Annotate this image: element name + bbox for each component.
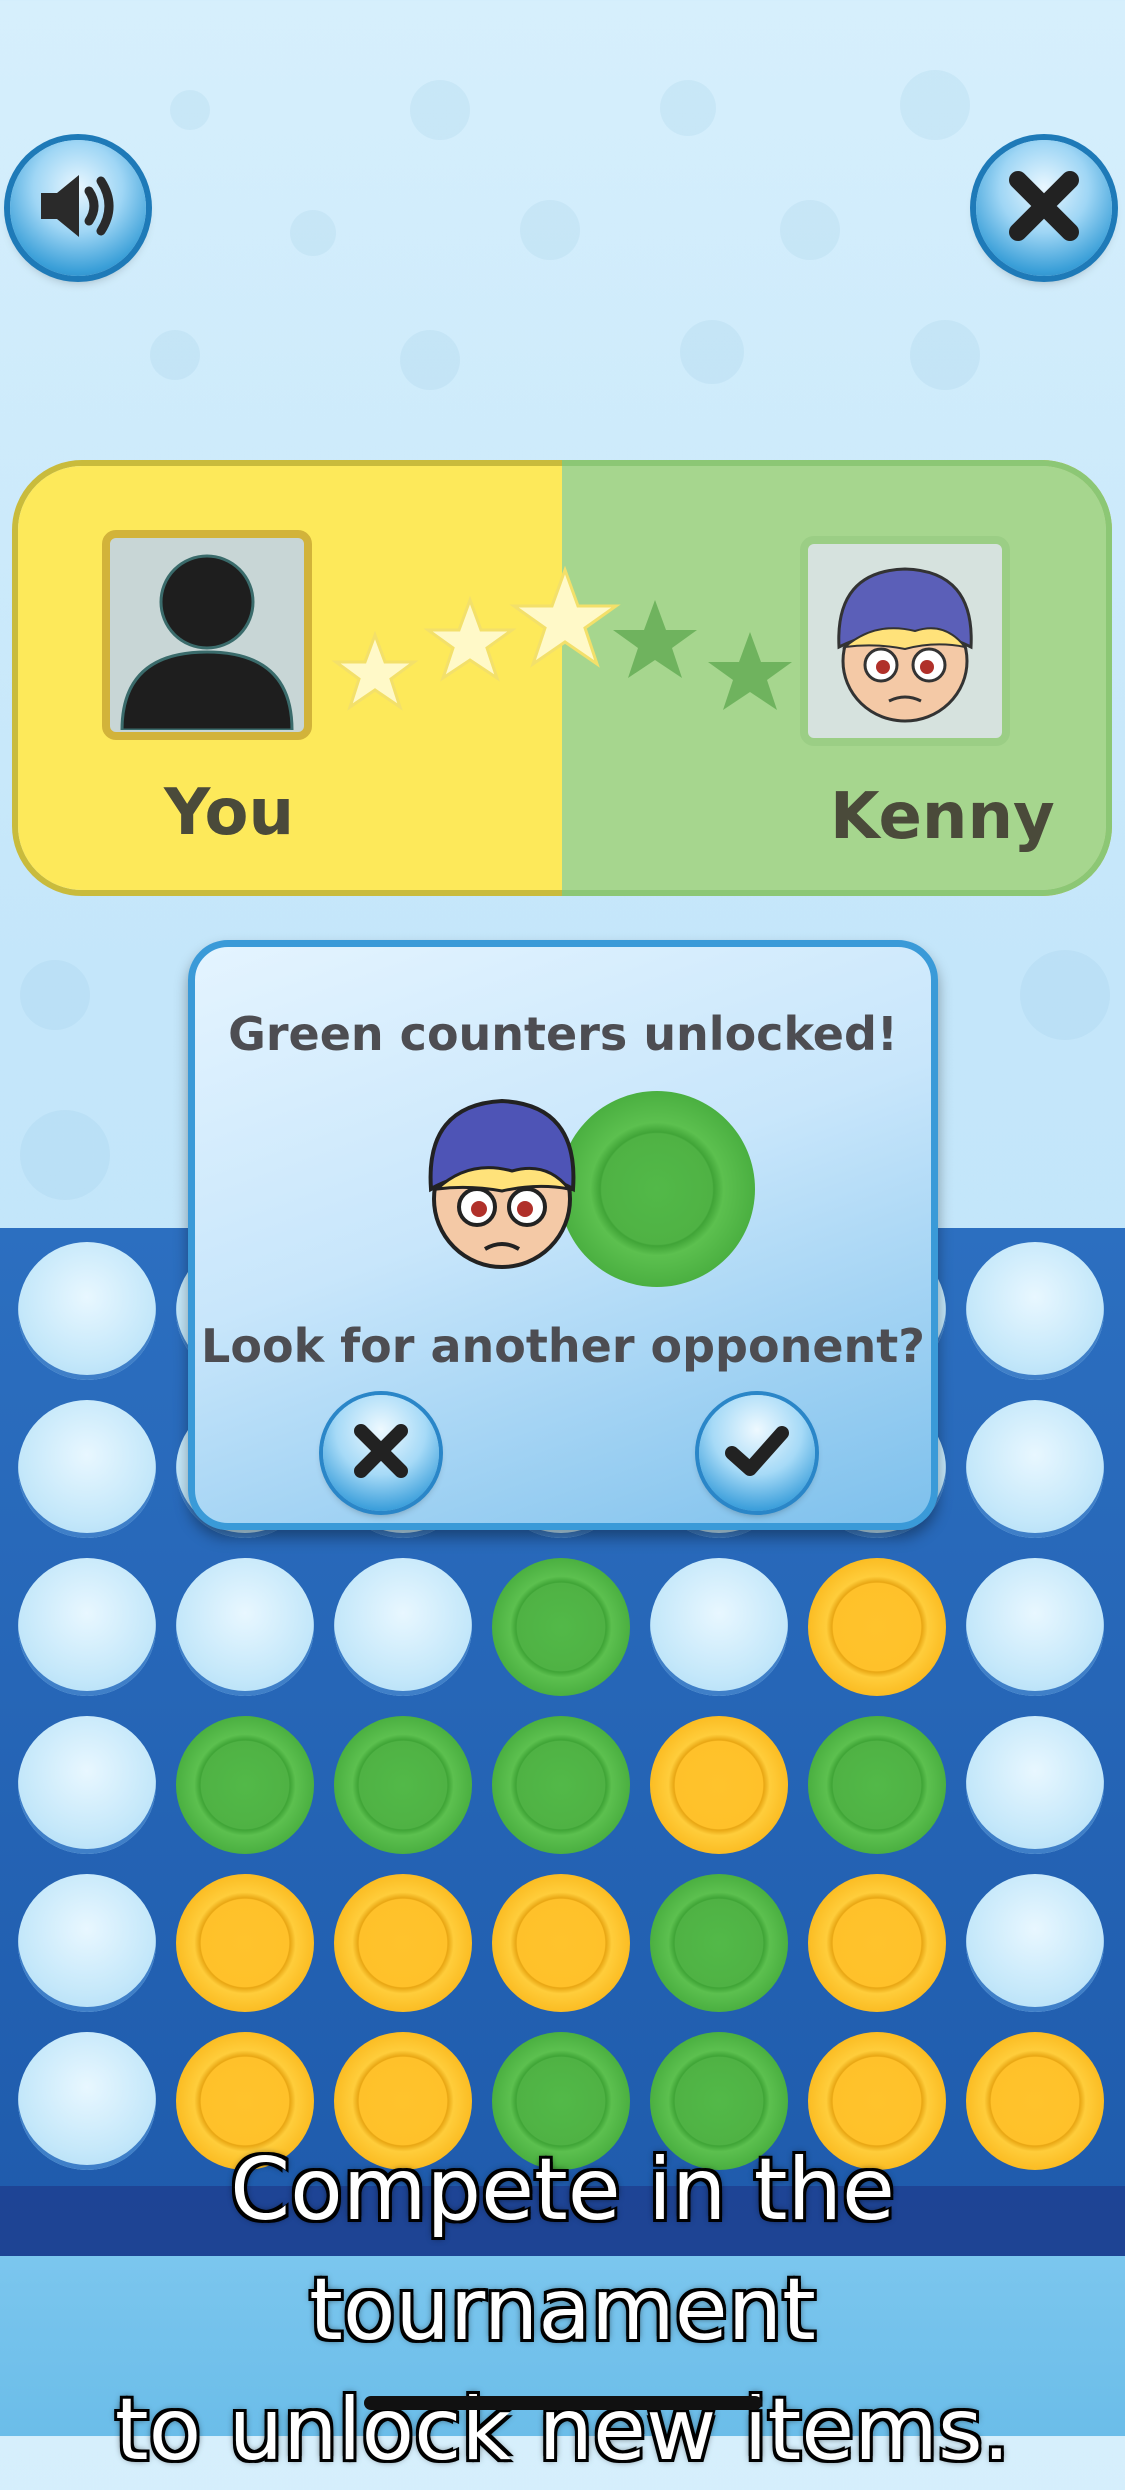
yellow-counter[interactable]: [808, 1558, 946, 1696]
green-counter[interactable]: [808, 1716, 946, 1854]
board-slot[interactable]: [966, 1874, 1104, 2012]
dialog-title: Green counters unlocked!: [228, 1007, 898, 1061]
yellow-counter[interactable]: [334, 1874, 472, 2012]
you-name: You: [164, 776, 294, 850]
green-counter[interactable]: [176, 1716, 314, 1854]
kenny-avatar: [800, 536, 1010, 746]
decline-button[interactable]: [323, 1395, 439, 1511]
green-counter[interactable]: [650, 1874, 788, 2012]
yellow-counter[interactable]: [650, 1716, 788, 1854]
star-icon: [708, 632, 792, 710]
sound-button[interactable]: [10, 140, 146, 276]
home-indicator[interactable]: [364, 2396, 762, 2410]
board-slot[interactable]: [18, 1242, 156, 1380]
close-button[interactable]: [976, 140, 1112, 276]
you-avatar: [102, 530, 312, 740]
green-counter[interactable]: [492, 1716, 630, 1854]
speaker-icon: [35, 169, 121, 247]
star-icon: [423, 595, 517, 682]
star-icon: [613, 600, 697, 678]
green-counter-icon: [559, 1091, 755, 1287]
kenny-face-icon: [837, 567, 973, 723]
caption-line-1: Compete in the tournament: [230, 2140, 895, 2360]
star-icon: [509, 565, 621, 668]
yellow-counter[interactable]: [808, 1874, 946, 2012]
yellow-counter[interactable]: [492, 1874, 630, 2012]
unlock-dialog: Green counters unlocked! Look for anothe…: [188, 940, 938, 1530]
board-slot[interactable]: [966, 1400, 1104, 1538]
x-icon: [351, 1421, 411, 1485]
promo-caption: Compete in the tournament to unlock new …: [0, 2130, 1125, 2490]
caption-line-2: to unlock new items.: [114, 2380, 1011, 2480]
kenny-name: Kenny: [830, 780, 1055, 854]
board-slot[interactable]: [18, 1558, 156, 1696]
board-slot[interactable]: [18, 1874, 156, 2012]
board-slot[interactable]: [650, 1558, 788, 1696]
yellow-counter[interactable]: [176, 1874, 314, 2012]
board-slot[interactable]: [966, 1242, 1104, 1380]
unlock-preview: [417, 1089, 755, 1299]
board-slot[interactable]: [966, 1558, 1104, 1696]
kenny-face-icon: [428, 1098, 576, 1269]
board-slot[interactable]: [176, 1558, 314, 1696]
accept-button[interactable]: [699, 1395, 815, 1511]
star-progress: [331, 565, 792, 711]
close-icon: [1006, 168, 1082, 248]
green-counter[interactable]: [334, 1716, 472, 1854]
board-slot[interactable]: [966, 1716, 1104, 1854]
board-slot[interactable]: [18, 1400, 156, 1538]
dialog-question: Look for another opponent?: [201, 1319, 925, 1373]
star-icon: [331, 630, 419, 711]
user-silhouette-icon: [120, 554, 294, 730]
board-slot[interactable]: [18, 1716, 156, 1854]
board-slot[interactable]: [334, 1558, 472, 1696]
green-counter[interactable]: [492, 1558, 630, 1696]
check-icon: [724, 1421, 790, 1485]
